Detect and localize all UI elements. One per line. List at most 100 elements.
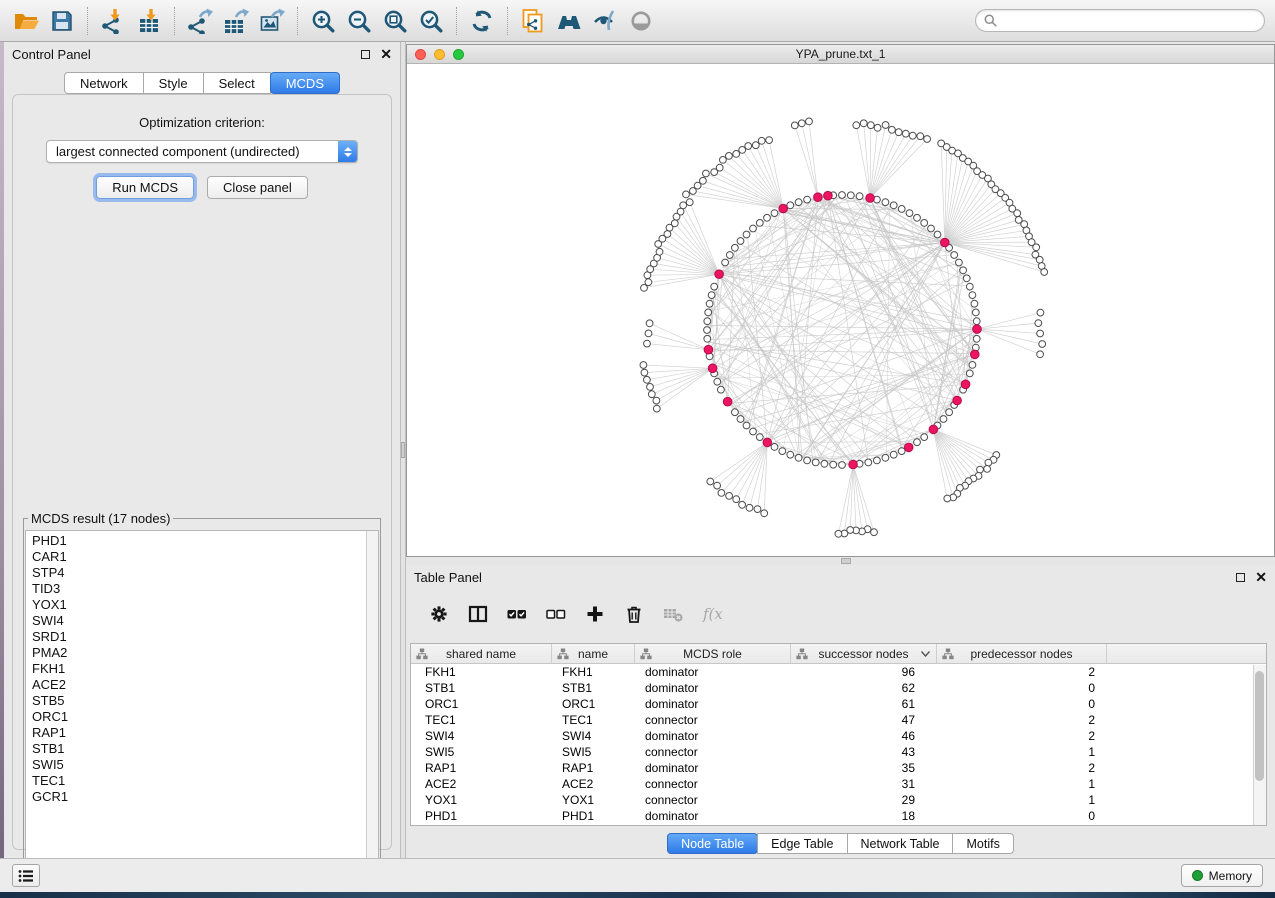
table-row-ORC1[interactable]: ORC1ORC1dominator610 (411, 696, 1266, 712)
mcds-result-item[interactable]: TID3 (32, 581, 378, 597)
tab-edge-table[interactable]: Edge Table (757, 833, 847, 854)
tab-motifs[interactable]: Motifs (952, 833, 1013, 854)
table-scrollbar[interactable] (1253, 665, 1266, 825)
mcds-list-scrollbar[interactable] (366, 531, 378, 887)
export-network-button[interactable] (182, 4, 218, 38)
mcds-result-item[interactable]: ORC1 (32, 709, 378, 725)
mcds-result-item[interactable]: SWI5 (32, 757, 378, 773)
float-window-icon[interactable] (1236, 573, 1245, 582)
splitter-handle[interactable] (401, 442, 405, 458)
tab-mcds[interactable]: MCDS (270, 72, 340, 94)
table-row-STB1[interactable]: STB1STB1dominator620 (411, 680, 1266, 696)
mcds-result-item[interactable]: RAP1 (32, 725, 378, 741)
mcds-result-item[interactable]: ACE2 (32, 677, 378, 693)
task-history-button[interactable] (12, 864, 40, 887)
mcds-hub-node[interactable] (904, 443, 913, 452)
zoom-selected-icon (418, 8, 445, 34)
tab-style[interactable]: Style (143, 72, 204, 94)
float-window-icon[interactable] (361, 50, 370, 59)
scrollbar-thumb[interactable] (1255, 671, 1264, 781)
network-window-titlebar[interactable]: YPA_prune.txt_1 (407, 45, 1274, 64)
show-hidden-button[interactable] (623, 4, 659, 38)
network-canvas[interactable] (407, 64, 1274, 556)
memory-button[interactable]: Memory (1181, 864, 1263, 887)
import-table-button[interactable] (131, 4, 167, 38)
column-header-name[interactable]: name (552, 644, 635, 663)
tab-network-table[interactable]: Network Table (847, 833, 954, 854)
mcds-result-list[interactable]: PHD1CAR1STP4TID3YOX1SWI4SRD1PMA2FKH1ACE2… (25, 530, 379, 888)
table-row-SWI4[interactable]: SWI4SWI4dominator462 (411, 728, 1266, 744)
column-header-successor-nodes[interactable]: successor nodes (791, 644, 937, 663)
zoom-out-button[interactable] (341, 4, 377, 38)
open-session-button[interactable] (8, 4, 44, 38)
optimization-criterion-dropdown[interactable]: largest connected component (undirected) (46, 140, 358, 163)
table-row-TEC1[interactable]: TEC1TEC1connector472 (411, 712, 1266, 728)
import-network-button[interactable] (95, 4, 131, 38)
mcds-result-item[interactable]: STB5 (32, 693, 378, 709)
export-table-button[interactable] (218, 4, 254, 38)
table-row-RAP1[interactable]: RAP1RAP1dominator352 (411, 760, 1266, 776)
column-header-shared-name[interactable]: shared name (411, 644, 552, 663)
add-column-button[interactable] (580, 599, 610, 629)
mcds-hub-node[interactable] (723, 397, 732, 406)
column-header-MCDS-role[interactable]: MCDS role (635, 644, 791, 663)
select-all-button[interactable] (502, 599, 532, 629)
save-session-button[interactable] (44, 4, 80, 38)
mcds-hub-node[interactable] (953, 396, 962, 405)
search-input[interactable] (1002, 14, 1256, 28)
mcds-result-item[interactable]: GCR1 (32, 789, 378, 805)
table-row-ACE2[interactable]: ACE2ACE2connector311 (411, 776, 1266, 792)
mcds-hub-node[interactable] (961, 380, 970, 389)
mcds-hub-node[interactable] (941, 238, 950, 247)
mcds-hub-node[interactable] (866, 194, 875, 203)
close-panel-icon[interactable]: ✕ (1255, 573, 1267, 582)
mcds-hub-node[interactable] (708, 364, 717, 373)
mcds-result-item[interactable]: STB1 (32, 741, 378, 757)
mcds-result-item[interactable]: YOX1 (32, 597, 378, 613)
table-row-YOX1[interactable]: YOX1YOX1connector291 (411, 792, 1266, 808)
tab-select[interactable]: Select (203, 72, 271, 94)
mcds-hub-node[interactable] (849, 460, 858, 469)
tab-node-table[interactable]: Node Table (667, 833, 758, 854)
mcds-result-item[interactable]: SRD1 (32, 629, 378, 645)
mcds-hub-node[interactable] (973, 325, 982, 334)
mcds-hub-node[interactable] (971, 350, 980, 359)
mcds-hub-node[interactable] (929, 425, 938, 434)
export-image-button[interactable] (254, 4, 290, 38)
mcds-result-item[interactable]: PMA2 (32, 645, 378, 661)
table-row-FKH1[interactable]: FKH1FKH1dominator962 (411, 664, 1266, 680)
split-panel-button[interactable] (463, 599, 493, 629)
mcds-hub-node[interactable] (824, 191, 833, 200)
mcds-hub-node[interactable] (779, 204, 788, 213)
settings-button[interactable] (424, 599, 454, 629)
table-row-SWI5[interactable]: SWI5SWI5connector431 (411, 744, 1266, 760)
run-mcds-button[interactable]: Run MCDS (96, 176, 194, 199)
mcds-hub-node[interactable] (704, 345, 713, 354)
control-panel-title: Control Panel (12, 47, 91, 62)
mcds-result-item[interactable]: TEC1 (32, 773, 378, 789)
column-header-predecessor-nodes[interactable]: predecessor nodes (937, 644, 1107, 663)
mcds-result-item[interactable]: SWI4 (32, 613, 378, 629)
zoom-in-button[interactable] (305, 4, 341, 38)
mcds-result-item[interactable]: STP4 (32, 565, 378, 581)
clone-network-button[interactable] (515, 4, 551, 38)
mcds-hub-node[interactable] (715, 270, 724, 279)
deselect-all-button[interactable] (541, 599, 571, 629)
deselect-all-icon (546, 604, 567, 624)
close-panel-icon[interactable]: ✕ (380, 50, 392, 59)
tab-network[interactable]: Network (64, 72, 144, 94)
delete-column-button[interactable] (619, 599, 649, 629)
zoom-selected-button[interactable] (413, 4, 449, 38)
table-row-PHD1[interactable]: PHD1PHD1dominator180 (411, 808, 1266, 824)
search-network-button[interactable] (551, 4, 587, 38)
mcds-result-item[interactable]: FKH1 (32, 661, 378, 677)
close-panel-button[interactable]: Close panel (207, 176, 308, 199)
mcds-result-item[interactable]: CAR1 (32, 549, 378, 565)
refresh-button[interactable] (464, 4, 500, 38)
hide-selected-button[interactable] (587, 4, 623, 38)
mcds-hub-node[interactable] (814, 193, 823, 202)
select-all-icon (507, 604, 528, 624)
zoom-fit-button[interactable] (377, 4, 413, 38)
mcds-hub-node[interactable] (763, 438, 772, 447)
mcds-result-item[interactable]: PHD1 (32, 533, 378, 549)
